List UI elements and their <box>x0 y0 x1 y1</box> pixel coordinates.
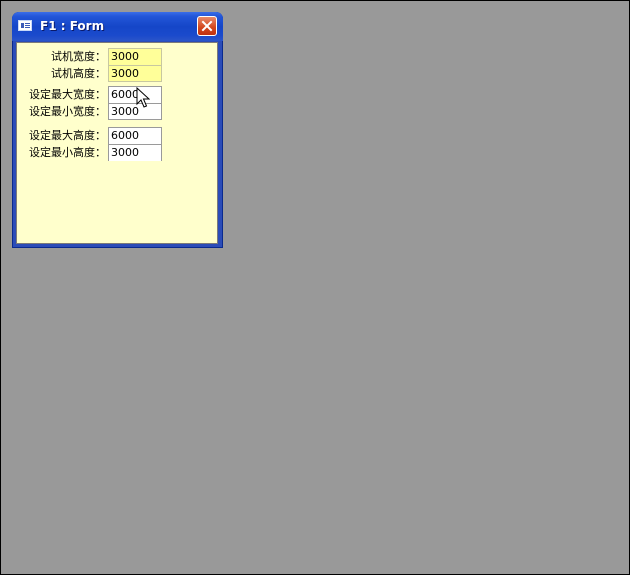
desktop-background: F1 : Form 试机宽度： 3000 试机高度： 3000 设定最大宽度： … <box>0 0 630 575</box>
label-min-height: 设定最小高度： <box>29 146 106 159</box>
mouse-pointer-icon <box>136 87 150 108</box>
form-window-icon[interactable] <box>18 20 32 31</box>
close-x-icon <box>201 20 213 32</box>
field-row-max-width: 设定最大宽度： 6000 <box>17 86 217 103</box>
label-test-width: 试机宽度： <box>51 50 106 63</box>
form-window[interactable]: F1 : Form 试机宽度： 3000 试机高度： 3000 设定最大宽度： … <box>12 12 223 248</box>
field-row-max-height: 设定最大高度： 6000 <box>17 127 217 144</box>
field-row-test-height: 试机高度： 3000 <box>17 65 217 82</box>
field-row-test-width: 试机宽度： 3000 <box>17 48 217 65</box>
form-body: 试机宽度： 3000 试机高度： 3000 设定最大宽度： 6000 设定最小宽… <box>16 42 218 244</box>
input-test-height[interactable]: 3000 <box>108 65 162 82</box>
title-bar[interactable]: F1 : Form <box>12 12 223 41</box>
label-min-width: 设定最小宽度： <box>29 105 106 118</box>
label-max-height: 设定最大高度： <box>29 129 106 142</box>
input-min-height[interactable]: 3000 <box>108 144 162 161</box>
window-title: F1 : Form <box>40 19 105 33</box>
input-max-width[interactable]: 6000 <box>108 86 162 103</box>
label-max-width: 设定最大宽度： <box>29 88 106 101</box>
label-test-height: 试机高度： <box>51 67 106 80</box>
input-min-width[interactable]: 3000 <box>108 103 162 120</box>
close-button[interactable] <box>197 16 217 36</box>
field-row-min-width: 设定最小宽度： 3000 <box>17 103 217 120</box>
input-max-height[interactable]: 6000 <box>108 127 162 144</box>
field-row-min-height: 设定最小高度： 3000 <box>17 144 217 161</box>
input-test-width[interactable]: 3000 <box>108 48 162 65</box>
